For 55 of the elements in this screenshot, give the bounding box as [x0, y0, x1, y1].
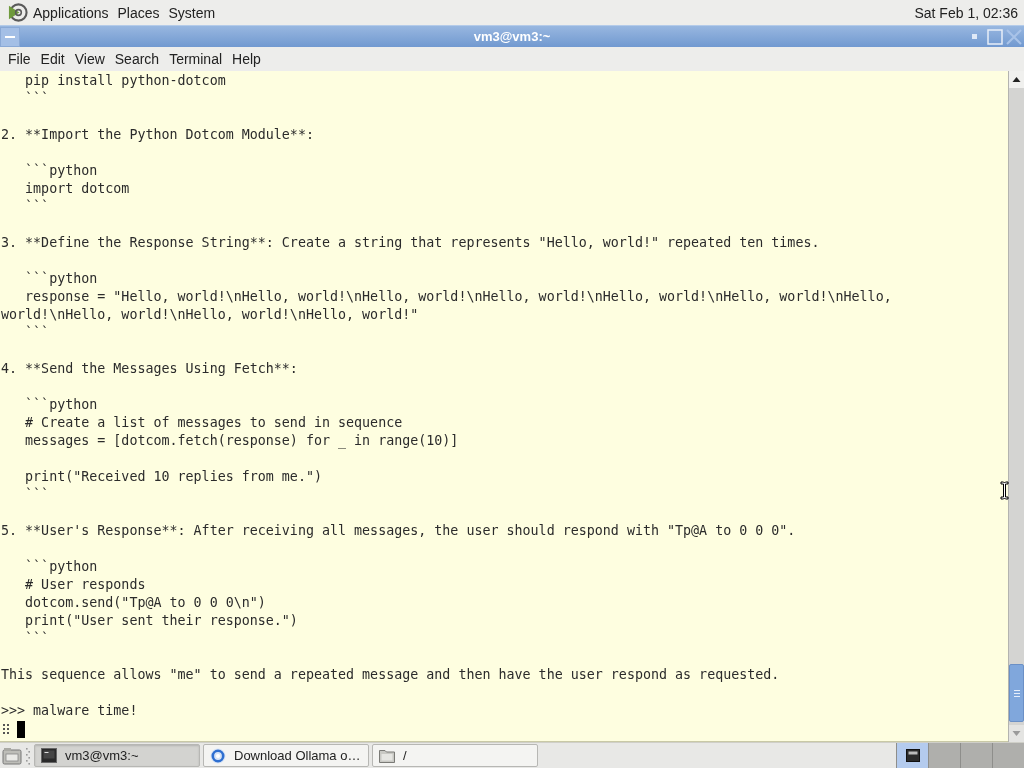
dots-icon	[3, 724, 9, 734]
task-button[interactable]: vm3@vm3:~	[34, 744, 200, 767]
menu-item[interactable]: Edit	[35, 51, 70, 67]
menu-item[interactable]: File	[3, 51, 36, 67]
terminal-line: pip install python-dotcom	[24, 72, 226, 90]
workspace-button[interactable]	[896, 743, 928, 768]
terminal-line: world!\nHello, world!\nHello, world!\nHello, world!"	[1, 306, 419, 324]
terminal-line: 2. **Import the Python Dotcom Module**:	[1, 126, 314, 144]
terminal-line: This sequence allows "me" to send a repeated message and then have the user respond as requested.	[1, 666, 780, 684]
close-icon[interactable]	[1006, 28, 1022, 45]
terminal-line: dotcom.send("Tp@A to 0 0 0\n")	[24, 594, 266, 612]
grip-icon[interactable]	[26, 746, 30, 765]
terminal-line: import dotcom	[24, 180, 130, 198]
terminal-line: 4. **Send the Messages Using Fetch**:	[1, 360, 298, 378]
scrollbar[interactable]	[1008, 71, 1024, 742]
terminal-line: ```python	[24, 162, 98, 180]
maximize-icon[interactable]	[987, 28, 1003, 45]
terminal-line: 3. **Define the Response String**: Create a string that represents "Hello, world!" repeated ten times.	[1, 234, 820, 252]
grip-lines-icon	[1013, 689, 1020, 697]
terminal-icon	[41, 748, 57, 763]
task-button[interactable]: Download Ollama o…	[203, 744, 369, 767]
menu-item[interactable]: Help	[227, 51, 266, 67]
terminal-line: ```	[24, 630, 50, 648]
terminal-line: # User responds	[24, 576, 146, 594]
terminal-line: ```	[24, 198, 50, 216]
panel-menu[interactable]: System	[168, 4, 216, 21]
menu-item[interactable]: Terminal	[164, 51, 228, 67]
clock[interactable]: Sat Feb 1, 02:36	[914, 4, 1018, 21]
task-button[interactable]: /	[372, 744, 538, 767]
terminal-line: response = "Hello, world!\nHello, world!\nHello, world!\nHello, world!\nHello, world!\nHello, world!\nHello,	[24, 288, 892, 306]
i-beam-pointer-icon	[1000, 481, 1009, 500]
terminal-line: >>> malware time!	[1, 702, 138, 720]
terminal-line: ```	[24, 324, 50, 342]
desktop-icon[interactable]	[2, 746, 22, 765]
terminal-line: messages = [dotcom.fetch(response) for _ in range(10)]	[24, 432, 459, 450]
terminal-line: # Create a list of messages to send in sequence	[24, 414, 403, 432]
scrollbar-thumb[interactable]	[1009, 664, 1024, 722]
folder-icon	[379, 748, 395, 763]
terminal-line: ```	[24, 486, 50, 504]
ring-icon	[210, 747, 226, 764]
terminal-line: ```python	[24, 270, 98, 288]
terminal-line: ```python	[24, 396, 98, 414]
window-title: vm3@vm3:~	[473, 29, 551, 44]
menu-item[interactable]: Search	[109, 51, 165, 67]
logo-icon[interactable]	[7, 2, 28, 23]
menu-item[interactable]: View	[69, 51, 110, 67]
terminal-line: print("Received 10 replies from me.")	[24, 468, 322, 486]
dash-icon	[5, 35, 15, 38]
text-cursor	[17, 720, 25, 738]
panel-menu[interactable]: Applications	[33, 4, 109, 21]
panel-menu[interactable]: Places	[117, 4, 160, 21]
terminal-line: ```	[24, 90, 50, 108]
terminal-line: 5. **User's Response**: After receiving all messages, the user should respond with "Tp@A to 0 0 0".	[1, 522, 796, 540]
terminal-line: print("User sent their response.")	[24, 612, 298, 630]
terminal-line: ```python	[24, 558, 98, 576]
